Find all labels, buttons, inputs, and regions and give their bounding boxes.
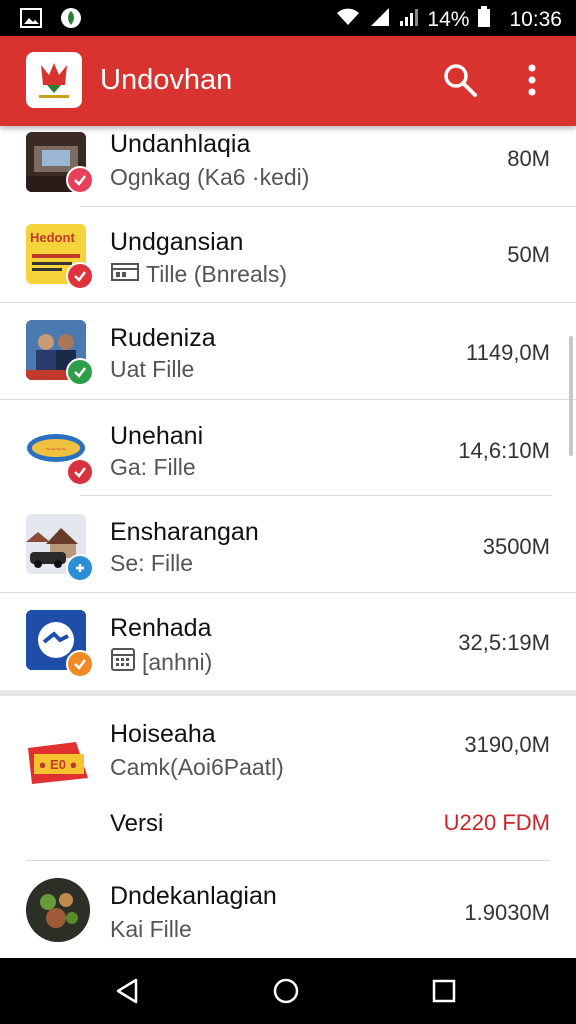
item-size: 3500M — [482, 534, 550, 559]
item-title: Undanhlaqia — [110, 130, 251, 158]
item-thumbnail — [26, 878, 90, 942]
item-title: Ensharangan — [110, 518, 259, 546]
item-size: 80M — [507, 146, 550, 171]
item-size: 50M — [507, 242, 550, 267]
list-item[interactable]: Undanhlaqia Ognkag (Ka6 ·kedi) 80M — [0, 126, 576, 222]
svg-text:~~~~: ~~~~ — [45, 444, 66, 454]
item-title: Renhada — [110, 614, 212, 642]
version-value: U220 FDM — [443, 810, 550, 835]
item-subtitle: [anhni) — [110, 646, 212, 678]
item-subtitle: Tille (Bnreals) — [110, 260, 287, 288]
navigation-bar — [0, 958, 576, 1024]
app-title: Undovhan — [100, 64, 233, 96]
item-subtitle: Ognkag (Ka6 ·kedi) — [110, 164, 310, 190]
item-size: 1149,0M — [466, 340, 550, 365]
signal-strength-icon — [399, 7, 419, 33]
signal-icon — [369, 7, 391, 33]
item-subtitle: Camk(Aoi6Paatl) — [110, 754, 284, 780]
item-subtitle: Se: Fille — [110, 550, 194, 576]
more-vert-icon[interactable] — [526, 62, 538, 103]
version-label: Versi — [110, 810, 164, 837]
status-badge — [66, 650, 94, 678]
divider — [0, 302, 576, 303]
scrollbar[interactable] — [569, 336, 573, 456]
shield-leaf-icon — [60, 7, 82, 34]
wifi-icon — [335, 7, 361, 33]
list-item[interactable]: ~~~~ Unehani Ga: Fille 14,6:10M — [0, 418, 576, 514]
clock: 10:36 — [509, 8, 562, 31]
item-size: 14,6:10M — [458, 438, 550, 463]
item-subtitle: Ga: Fille — [110, 454, 196, 480]
divider — [80, 206, 576, 207]
divider — [0, 592, 576, 593]
item-subtitle: Kai Fille — [110, 916, 192, 942]
status-badge — [66, 262, 94, 290]
status-badge — [66, 554, 94, 582]
item-size: 1.9030M — [464, 900, 550, 925]
section-separator — [0, 690, 576, 696]
calendar-icon — [110, 646, 136, 678]
home-icon[interactable] — [273, 978, 299, 1009]
status-bar: 14% 10:36 — [0, 0, 576, 36]
thumbnail-text: Hedont — [30, 230, 75, 245]
item-title: Dndekanlagian — [110, 882, 277, 910]
list-item[interactable]: Ensharangan Se: Fille 3500M — [0, 514, 576, 610]
status-badge — [66, 166, 94, 194]
divider — [26, 860, 550, 861]
item-subtitle: Uat Fille — [110, 356, 195, 382]
recents-icon[interactable] — [432, 979, 456, 1008]
battery-percent: 14% — [427, 8, 470, 31]
app-logo — [26, 52, 82, 108]
image-icon — [20, 8, 42, 33]
item-title: Rudeniza — [110, 324, 216, 352]
item-size: 3190,0M — [464, 732, 550, 757]
back-icon[interactable] — [114, 978, 140, 1009]
package-icon — [110, 260, 140, 288]
divider — [80, 495, 552, 496]
item-thumbnail: ● E0 ● — [26, 738, 90, 788]
app-bar: Undovhan — [0, 36, 576, 126]
list-item[interactable]: Rudeniza Uat Fille 1149,0M — [0, 320, 576, 416]
divider — [0, 399, 576, 400]
status-badge — [66, 358, 94, 386]
list-item[interactable]: Hedont Undgansian Tille (Bnreals) 50M — [0, 224, 576, 320]
list-item[interactable]: ● E0 ● Hoiseaha Camk(Aoi6Paatl) 3190,0M … — [0, 720, 576, 860]
svg-text:● E0 ●: ● E0 ● — [39, 757, 78, 772]
item-title: Hoiseaha — [110, 720, 216, 748]
search-icon[interactable] — [442, 62, 478, 103]
item-title: Undgansian — [110, 228, 244, 256]
item-size: 32,5:19M — [458, 630, 550, 655]
status-badge — [66, 458, 94, 486]
battery-icon — [477, 6, 491, 34]
item-title: Unehani — [110, 422, 204, 450]
